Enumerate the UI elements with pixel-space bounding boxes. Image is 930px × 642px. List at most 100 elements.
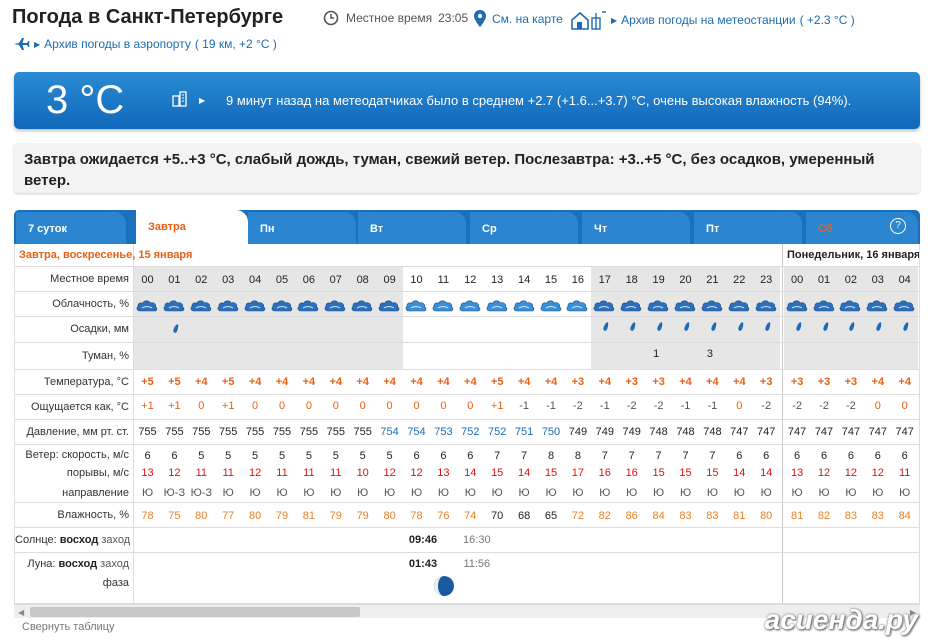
forecast-table: Завтра, воскресенье, 15 января Понедельн…: [14, 244, 920, 604]
wind-gust-cell: 17: [571, 467, 585, 479]
tab-wednesday[interactable]: Ср: [470, 212, 578, 244]
tab-tuesday[interactable]: Вт: [358, 212, 466, 244]
collapse-table-link[interactable]: Свернуть таблицу: [22, 621, 115, 633]
temperature-cell: +4: [733, 376, 746, 388]
arrow-right-icon: ▶: [199, 96, 206, 105]
cloudy-night-icon: [866, 300, 888, 312]
humidity-cell: 86: [625, 510, 638, 522]
wind-speed-cell: 6: [736, 450, 743, 462]
tab-7-days[interactable]: 7 суток: [16, 212, 126, 244]
wind-direction-cell: Ю: [679, 487, 692, 499]
pressure-cell: 747: [868, 426, 887, 438]
pressure-cell: 747: [841, 426, 861, 438]
wind-direction-cell: Ю: [706, 487, 718, 499]
hour-cell: 22: [733, 274, 746, 286]
hour-cell: 13: [491, 274, 504, 286]
map-link-label[interactable]: См. на карте: [492, 12, 563, 26]
pressure-cell: 749: [595, 426, 614, 438]
tab-friday[interactable]: Пт: [694, 212, 802, 244]
temperature-cell: +4: [598, 376, 612, 388]
temperature-cell: +3: [790, 376, 804, 388]
hour-cell: 04: [248, 274, 262, 286]
pressure-cell: 747: [814, 426, 834, 438]
feels-like-cell: -2: [573, 400, 583, 412]
tab-tomorrow[interactable]: Завтра: [136, 210, 248, 244]
feels-like-cell: +1: [221, 400, 235, 412]
feels-like-cell: -2: [653, 400, 664, 412]
wind-speed-cell: 5: [359, 450, 366, 462]
row-label-feels: Ощущается как, °C: [30, 400, 129, 413]
feels-like-cell: -2: [761, 400, 772, 412]
feels-like-cell: +1: [490, 400, 504, 412]
wind-gust-cell: 16: [625, 467, 638, 479]
humidity-cell: 80: [248, 510, 262, 522]
tab-thursday[interactable]: Чт: [582, 212, 690, 244]
arrow-right-icon: ▶: [611, 15, 618, 25]
temperature-cell: +4: [275, 376, 289, 388]
cloudy-night-icon: [190, 300, 212, 312]
cloudy-day-icon: [513, 300, 534, 312]
hour-cell: 16: [571, 274, 585, 286]
wind-gust-cell: 11: [222, 467, 234, 479]
feels-like-cell: -2: [626, 400, 637, 412]
cloudy-day-icon: [405, 300, 427, 312]
wind-speed-cell: 6: [467, 450, 474, 462]
wind-speed-cell: 7: [709, 450, 716, 462]
wind-direction-cell: Ю: [330, 487, 342, 499]
airplane-icon: [14, 38, 30, 50]
hour-cell: 20: [679, 274, 692, 286]
temperature-cell: +4: [464, 376, 477, 388]
humidity-cell: 84: [652, 510, 665, 522]
station-archive[interactable]: ▶ Архив погоды на метеостанции ( +2.3 °C…: [570, 10, 855, 30]
table-row: [15, 343, 919, 370]
cloudy-night-icon: [647, 300, 669, 312]
wind-direction-cell: Ю: [599, 487, 611, 499]
wind-speed-cell: 5: [332, 450, 339, 462]
hour-cell: 12: [464, 274, 477, 286]
wind-speed-cell: 7: [655, 450, 662, 462]
wind-gust-cell: 12: [383, 467, 396, 479]
wind-direction-cell: Ю: [653, 487, 665, 499]
pressure-cell: 755: [192, 426, 211, 438]
hour-cell: 17: [598, 274, 611, 286]
temperature-cell: +3: [817, 376, 831, 388]
pressure-cell: 747: [757, 426, 776, 438]
wind-speed-cell: 8: [574, 450, 581, 462]
pressure-cell: 755: [353, 426, 372, 438]
sunrise-time: 09:46: [408, 534, 438, 546]
row-label-precip: Осадки, мм: [70, 323, 129, 335]
pressure-cell: 753: [434, 426, 453, 438]
wind-direction-cell: Ю: [872, 487, 884, 499]
row-label-time: Местное время: [50, 272, 129, 285]
temperature-cell: +4: [383, 376, 396, 388]
row-label-hum: Влажность, %: [57, 508, 129, 521]
pressure-cell: 754: [380, 426, 399, 438]
wind-direction-cell: Ю: [626, 487, 638, 499]
humidity-cell: 79: [356, 510, 369, 522]
tab-monday[interactable]: Пн: [248, 212, 356, 244]
scrollbar-thumb[interactable]: [30, 607, 360, 617]
cloudy-night-icon: [786, 300, 807, 312]
wind-direction-cell: Ю: [249, 487, 261, 499]
map-link[interactable]: См. на карте: [474, 10, 563, 27]
wind-direction-cell: Ю: [760, 487, 772, 499]
scroll-left-icon[interactable]: ◀: [18, 608, 24, 617]
humidity-cell: 79: [275, 510, 289, 522]
wind-gust-cell: 14: [760, 467, 773, 479]
station-archive-link[interactable]: Архив погоды на метеостанции: [621, 13, 795, 27]
wind-gust-cell: 13: [437, 467, 450, 479]
wind-direction-cell: Ю: [437, 487, 449, 499]
cloudy-night-icon: [298, 300, 319, 312]
wind-speed-cell: 6: [901, 450, 908, 462]
airport-archive-link[interactable]: Архив погоды в аэропорту: [44, 37, 191, 51]
help-icon[interactable]: ?: [890, 218, 906, 234]
wind-speed-cell: 6: [413, 450, 420, 462]
clock-icon: [323, 10, 339, 26]
local-time-label: Местное время: [346, 11, 433, 25]
airport-archive[interactable]: ▶ Архив погоды в аэропорту ( 19 км, +2 °…: [13, 37, 277, 51]
local-time-value: 23:05: [438, 11, 469, 25]
hour-cell: 08: [356, 274, 369, 286]
pressure-cell: 747: [895, 426, 914, 438]
humidity-cell: 80: [195, 510, 208, 522]
hour-cell: 23: [760, 274, 773, 286]
